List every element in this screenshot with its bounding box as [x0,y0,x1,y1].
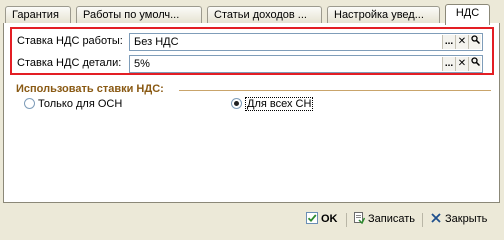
tab-income-items[interactable]: Статьи доходов ... [207,6,322,23]
part-vat-search-button[interactable] [468,57,481,71]
toolbar-separator [422,213,423,227]
close-button[interactable]: Закрыть [430,212,487,225]
work-vat-field[interactable]: Без НДС ... ✕ [129,33,483,51]
save-button[interactable]: Записать [353,212,415,225]
part-vat-field[interactable]: 5% ... ✕ [129,55,483,73]
radio-osn-only-label: Только для ОСН [38,98,123,110]
radio-button-selected-icon [231,98,242,109]
ok-button[interactable]: OK [306,212,338,225]
radio-all-tax-systems-label: Для всех СН [245,97,314,111]
form-command-bar: OK Записать Закрыть [0,205,504,235]
save-document-icon [353,212,366,225]
work-vat-clear-button[interactable]: ✕ [455,35,468,49]
tab-label: Гарантия [12,9,59,21]
radio-all-tax-systems[interactable]: Для всех СН [231,97,314,111]
search-icon [470,35,480,47]
work-vat-row: Ставка НДС работы: Без НДС ... ✕ [17,33,487,51]
tab-label: Статьи доходов ... [214,9,307,21]
close-label: Закрыть [445,213,488,225]
ok-label: OK [321,213,338,225]
tab-default-works[interactable]: Работы по умолч... [76,6,202,23]
tab-label: Работы по умолч... [83,9,180,21]
tab-vat[interactable]: НДС [445,4,490,25]
use-vat-rates-title: Использовать ставки НДС: [16,83,167,95]
work-vat-select-button[interactable]: ... [442,35,455,49]
radio-osn-only[interactable]: Только для ОСН [24,98,122,110]
tab-label: НДС [455,7,480,19]
section-divider [179,90,491,91]
search-icon [470,57,480,69]
checkmark-icon [306,212,318,224]
vat-rates-highlight-box: Ставка НДС работы: Без НДС ... ✕ Ставка … [10,27,494,75]
tab-warranty[interactable]: Гарантия [5,6,71,23]
tab-strip: Гарантия Работы по умолч... Статьи доход… [5,4,495,25]
save-label: Записать [368,213,416,225]
part-vat-value: 5% [134,58,150,70]
part-vat-select-button[interactable]: ... [442,57,455,71]
tab-label: Настройка увед... [334,9,424,21]
tab-notification-settings[interactable]: Настройка увед... [327,6,440,23]
work-vat-search-button[interactable] [468,35,481,49]
close-icon [430,212,442,224]
part-vat-label: Ставка НДС детали: [17,57,122,69]
toolbar-separator [346,213,347,227]
work-vat-value: Без НДС [134,36,179,48]
radio-button-icon [24,98,35,109]
vat-tab-panel: Ставка НДС работы: Без НДС ... ✕ Ставка … [3,23,500,203]
work-vat-label: Ставка НДС работы: [17,35,123,47]
part-vat-row: Ставка НДС детали: 5% ... ✕ [17,55,487,73]
part-vat-clear-button[interactable]: ✕ [455,57,468,71]
